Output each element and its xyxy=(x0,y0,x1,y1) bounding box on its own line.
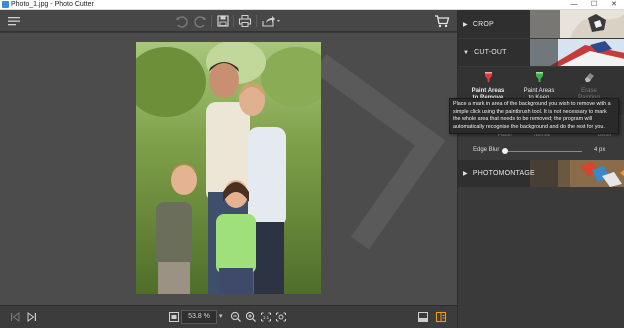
right-panel: ▶CROP ▼CUT-OUT Paint Areas to Remove Pai… xyxy=(457,10,624,328)
maximize-button[interactable]: ☐ xyxy=(584,0,604,10)
canvas-workspace[interactable] xyxy=(0,33,457,305)
cutout-section-title: CUT-OUT xyxy=(474,49,507,56)
bottom-bar: 53.8 % ▾ 1:1 xyxy=(0,305,457,328)
svg-text:1:1: 1:1 xyxy=(263,315,270,320)
expand-arrow-icon: ▶ xyxy=(463,21,468,28)
crop-section-title: CROP xyxy=(472,20,494,28)
minimize-button[interactable]: — xyxy=(564,0,584,10)
edge-blur-row: Edge Blur 4 px xyxy=(458,144,624,158)
fit-to-window-icon[interactable] xyxy=(275,310,287,324)
zoom-in-icon[interactable] xyxy=(245,310,257,324)
edge-blur-value: 4 px xyxy=(594,147,606,153)
green-paintbrush-icon xyxy=(535,72,543,82)
zoom-field[interactable]: 53.8 % xyxy=(181,310,217,324)
toolbar xyxy=(0,10,457,32)
save-icon[interactable] xyxy=(216,13,230,29)
cutout-section[interactable]: ▼ CUT-OUT xyxy=(458,39,624,66)
edge-blur-slider[interactable] xyxy=(504,151,582,152)
hamburger-menu-icon[interactable] xyxy=(7,13,21,29)
panel-collapse-tab-icon[interactable] xyxy=(620,169,624,177)
close-button[interactable]: ✕ xyxy=(604,0,624,10)
last-page-icon[interactable] xyxy=(26,310,38,324)
fit-page-icon[interactable] xyxy=(168,310,180,324)
erase-label-1: Erase xyxy=(581,88,597,94)
app-logo-watermark xyxy=(313,54,446,250)
print-icon[interactable] xyxy=(238,13,252,29)
edge-blur-slider-handle[interactable] xyxy=(502,148,508,154)
actual-size-icon[interactable]: 1:1 xyxy=(260,310,272,324)
window-title: Photo_1.jpg - Photo Cutter xyxy=(11,1,94,8)
split-view-icon[interactable] xyxy=(435,310,447,324)
first-page-icon[interactable] xyxy=(9,310,21,324)
crop-section[interactable]: ▶ CROP xyxy=(458,10,624,38)
zoom-dropdown-icon[interactable]: ▾ xyxy=(219,310,227,324)
photomontage-section-title: PHOTOMONTAGE xyxy=(472,170,535,177)
photomontage-section[interactable]: ▶ PHOTOMONTAGE xyxy=(458,160,624,187)
collapse-arrow-icon: ▼ xyxy=(463,49,470,56)
edge-blur-label: Edge Blur xyxy=(473,147,500,153)
compare-view-icon[interactable] xyxy=(417,310,429,324)
expand-arrow-icon: ▶ xyxy=(463,171,468,177)
eraser-icon xyxy=(584,73,594,82)
redo-icon[interactable] xyxy=(194,13,208,29)
paint-remove-label-1: Paint Areas xyxy=(471,88,505,94)
app-icon xyxy=(2,1,9,8)
paint-keep-label-1: Paint Areas xyxy=(523,88,555,94)
undo-icon[interactable] xyxy=(174,13,188,29)
title-bar: Photo_1.jpg - Photo Cutter — ☐ ✕ xyxy=(0,0,624,10)
zoom-out-icon[interactable] xyxy=(230,310,242,324)
cart-icon[interactable] xyxy=(434,13,450,29)
red-paintbrush-icon xyxy=(484,72,492,82)
share-icon[interactable] xyxy=(261,13,281,29)
tool-tooltip: Place a mark in area of the background y… xyxy=(449,98,619,134)
edited-photo[interactable] xyxy=(136,42,321,294)
